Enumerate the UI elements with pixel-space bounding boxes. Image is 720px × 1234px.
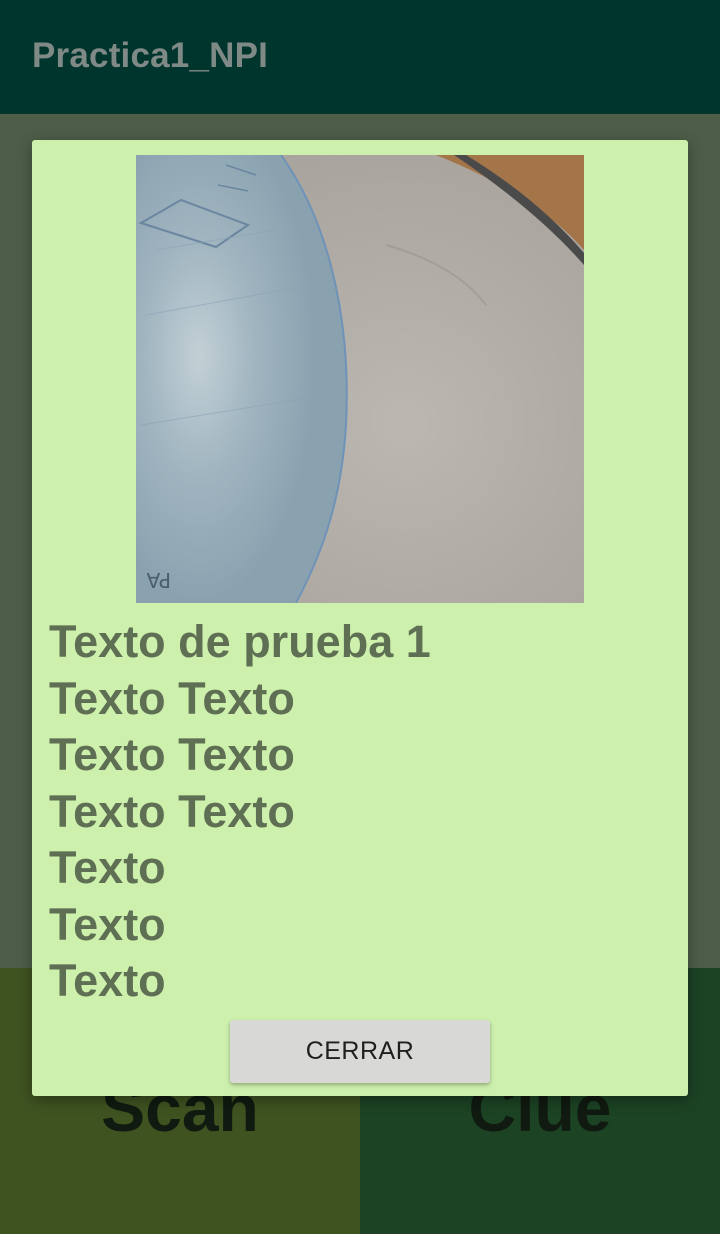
dialog-text-line: Texto — [49, 898, 166, 950]
dialog-text-line: Texto — [49, 955, 166, 1006]
dialog-text-line: Texto — [49, 842, 166, 893]
app-title: Practica1_NPI — [32, 36, 269, 75]
text-dialog: PA Texto de prueba 1 Texto Texto Texto T… — [32, 140, 688, 1096]
dialog-text-line: Texto Texto — [49, 729, 295, 780]
dialog-text-line: Texto de prueba 1 — [49, 616, 431, 667]
dialog-text-line: Texto Texto — [49, 785, 295, 837]
dialog-text: Texto de prueba 1 Texto Texto Texto Text… — [49, 614, 431, 1010]
close-button[interactable]: CERRAR — [230, 1020, 490, 1083]
dialog-text-line: Texto Texto — [49, 672, 295, 724]
app-bar: Practica1_NPI — [0, 0, 720, 114]
photo-image: PA — [136, 155, 584, 603]
svg-text:PA: PA — [146, 568, 171, 592]
